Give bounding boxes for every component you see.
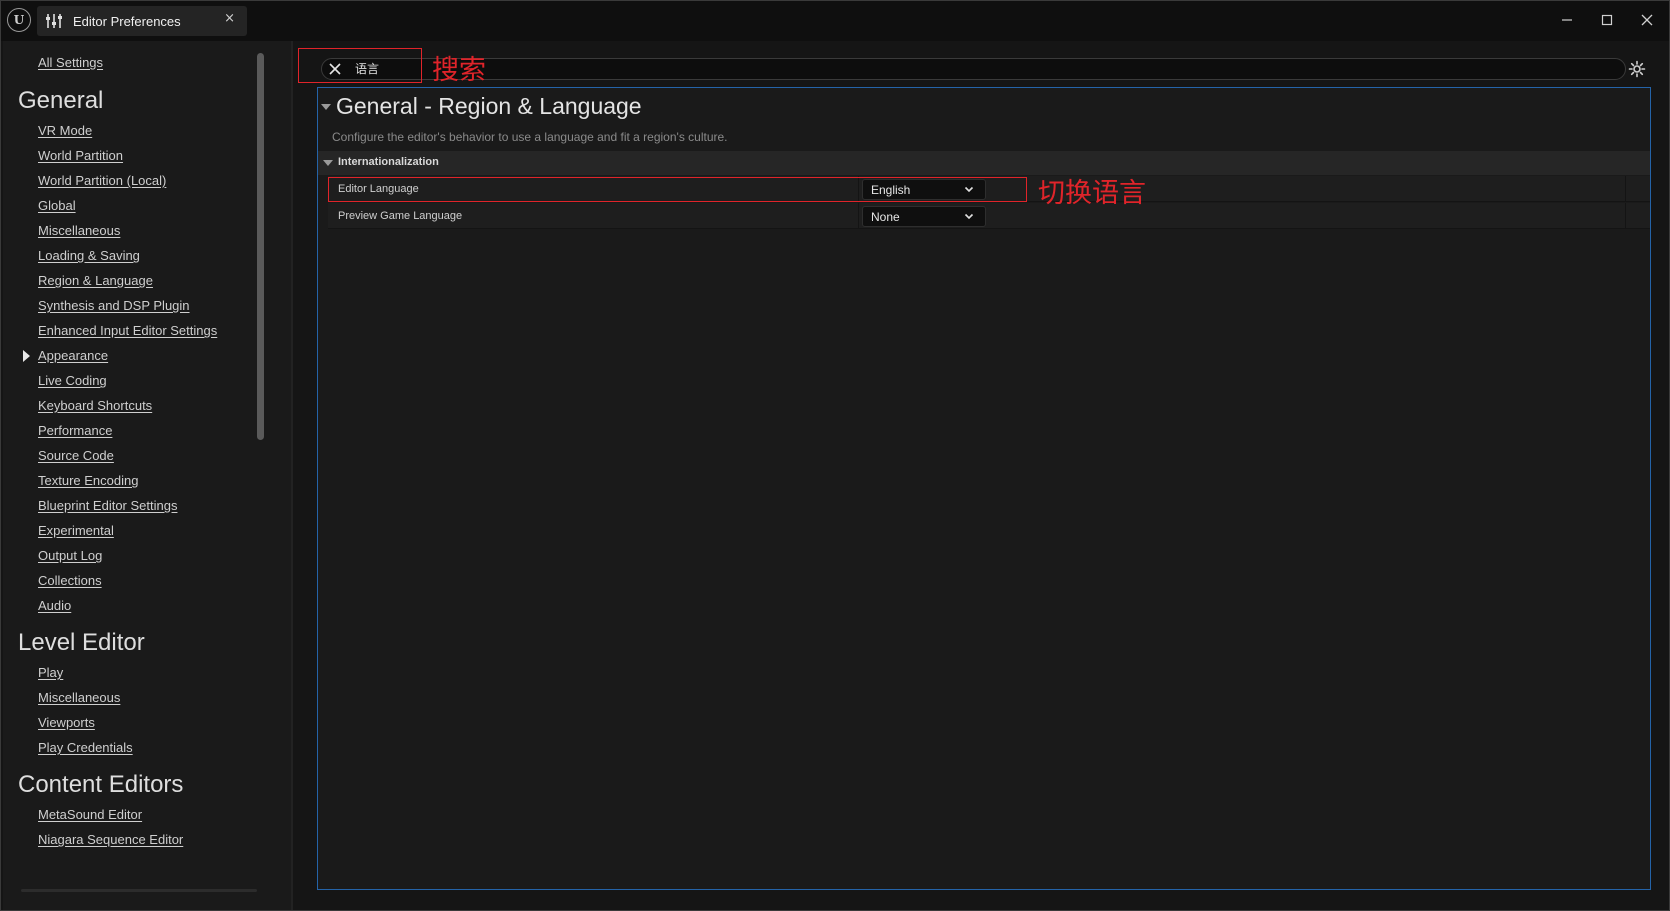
sidebar-item-viewports[interactable]: Viewports [38,715,95,730]
sidebar-item-world-partition[interactable]: World Partition [38,148,123,163]
unreal-logo-icon[interactable]: U [7,8,31,32]
sliders-icon [45,12,63,30]
sidebar-item-play[interactable]: Play [38,665,63,680]
section-title: General - Region & Language [336,93,642,119]
close-icon[interactable]: × [224,11,235,26]
chevron-down-icon [963,210,975,222]
sidebar-item-all-settings[interactable]: All Settings [38,55,103,70]
column-splitter[interactable] [858,203,859,229]
sidebar-item-keyboard-shortcuts[interactable]: Keyboard Shortcuts [38,398,152,413]
sidebar-item-enhanced-input[interactable]: Enhanced Input Editor Settings [38,323,217,338]
collapse-arrow-icon[interactable] [323,160,333,166]
search-highlight-box [298,48,422,83]
sidebar-item-appearance[interactable]: Appearance [38,348,108,363]
editor-preferences-window: U Editor Preferences × All Settings Gene… [0,0,1670,911]
sidebar-horizontal-scrollbar[interactable] [21,889,257,892]
search-annotation: 搜索 [432,55,486,86]
collapse-arrow-icon[interactable] [321,104,331,110]
minimize-icon[interactable] [1552,7,1582,33]
sidebar-section-content-editors: Content Editors [18,771,184,798]
title-bar: U Editor Preferences × [1,1,1669,41]
sidebar-section-general: General [18,87,104,114]
sidebar-item-vr-mode[interactable]: VR Mode [38,123,92,138]
preview-game-language-dropdown[interactable]: None [862,206,986,227]
column-splitter[interactable] [1625,176,1626,202]
sidebar-item-performance[interactable]: Performance [38,423,112,438]
property-row-preview-game-language [328,203,1650,229]
sidebar-item-niagara-sequence-editor[interactable]: Niagara Sequence Editor [38,832,183,847]
sidebar-item-global[interactable]: Global [38,198,76,213]
tab-title: Editor Preferences [73,13,181,29]
panel-divider[interactable] [291,41,293,910]
sidebar-item-audio[interactable]: Audio [38,598,71,613]
section-description: Configure the editor's behavior to use a… [332,130,728,144]
sidebar-item-synthesis-dsp[interactable]: Synthesis and DSP Plugin [38,298,190,313]
expand-arrow-icon[interactable] [23,350,30,362]
sidebar-item-source-code[interactable]: Source Code [38,448,114,463]
sidebar-item-texture-encoding[interactable]: Texture Encoding [38,473,138,488]
sidebar-item-collections[interactable]: Collections [38,573,102,588]
property-label: Preview Game Language [338,210,463,222]
gear-icon[interactable] [1626,58,1648,80]
column-splitter[interactable] [1625,203,1626,229]
sidebar-section-level-editor: Level Editor [18,629,145,656]
sidebar-item-level-miscellaneous[interactable]: Miscellaneous [38,690,120,705]
window-close-icon[interactable] [1632,7,1662,33]
language-highlight-box [328,177,1027,202]
search-input[interactable] [321,58,1626,80]
category-label: Internationalization [338,156,439,168]
sidebar-item-output-log[interactable]: Output Log [38,548,102,563]
sidebar-item-metasound-editor[interactable]: MetaSound Editor [38,807,142,822]
sidebar-item-blueprint-editor[interactable]: Blueprint Editor Settings [38,498,177,513]
sidebar-item-miscellaneous[interactable]: Miscellaneous [38,223,120,238]
sidebar-item-world-partition-local[interactable]: World Partition (Local) [38,173,166,188]
sidebar-item-play-credentials[interactable]: Play Credentials [38,740,133,755]
tab-editor-preferences[interactable]: Editor Preferences × [37,6,247,36]
sidebar-scrollbar[interactable] [257,53,264,440]
maximize-icon[interactable] [1592,7,1622,33]
language-annotation: 切换语言 [1038,178,1146,209]
category-header[interactable] [318,151,1650,175]
sidebar-item-region-language[interactable]: Region & Language [38,273,153,288]
sidebar-item-live-coding[interactable]: Live Coding [38,373,107,388]
sidebar-item-experimental[interactable]: Experimental [38,523,114,538]
sidebar-item-loading-saving[interactable]: Loading & Saving [38,248,140,263]
dropdown-value: None [871,210,900,224]
